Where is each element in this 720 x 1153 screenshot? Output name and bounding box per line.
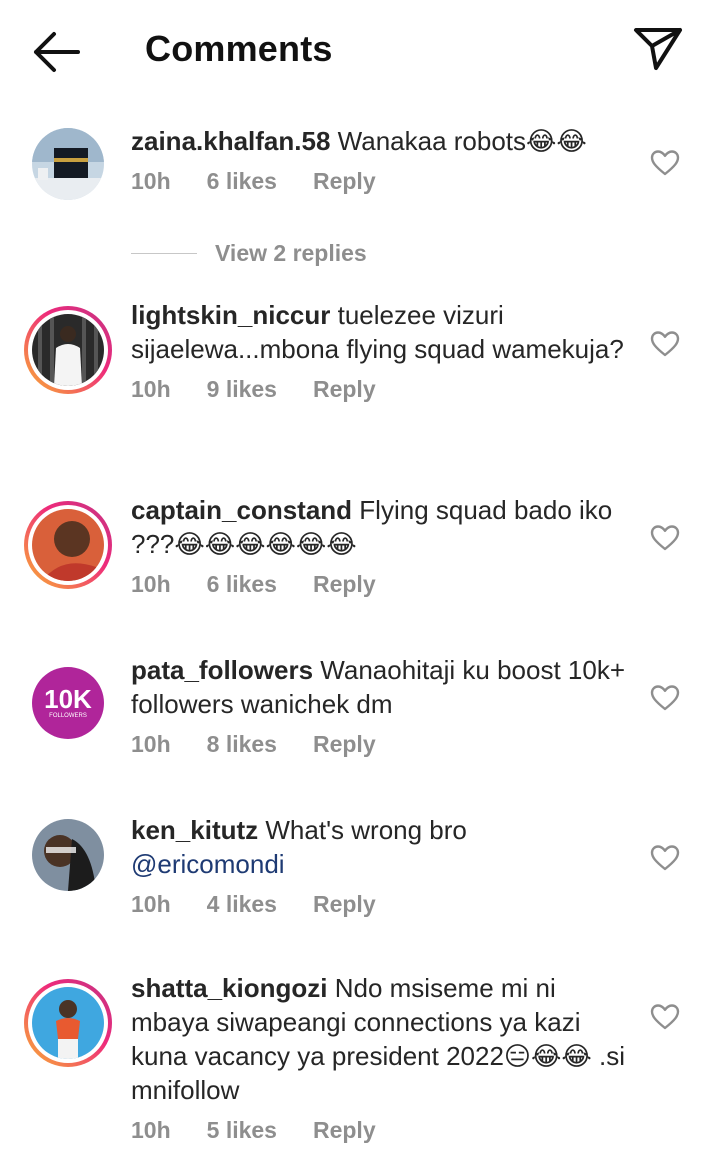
- comment-body: Wanakaa robots😂😂: [337, 126, 587, 156]
- comment-item: ken_kitutz What's wrong bro @ericomondi 1…: [0, 811, 720, 969]
- view-replies-button[interactable]: View 2 replies: [131, 240, 367, 267]
- avatar[interactable]: [24, 306, 112, 394]
- comment-username[interactable]: pata_followers: [131, 655, 313, 685]
- paper-plane-icon: [634, 28, 682, 70]
- avatar[interactable]: [24, 501, 112, 589]
- comment-meta: 10h 5 likes Reply: [131, 1117, 631, 1144]
- reply-button[interactable]: Reply: [313, 731, 376, 758]
- avatar[interactable]: 10K FOLLOWERS: [24, 659, 112, 747]
- comment-likes[interactable]: 8 likes: [207, 731, 277, 758]
- arrow-left-icon: [34, 32, 80, 72]
- comment-meta: 10h 8 likes Reply: [131, 731, 631, 758]
- avatar-image-person: [32, 987, 104, 1059]
- comment-text: zaina.khalfan.58 Wanakaa robots😂😂: [131, 124, 631, 158]
- comment-item: 10K FOLLOWERS pata_followers Wanaohitaji…: [0, 651, 720, 811]
- comment-time: 10h: [131, 571, 171, 597]
- avatar-badge-text: 10K: [44, 684, 92, 714]
- comment-likes[interactable]: 6 likes: [207, 571, 277, 598]
- heart-icon[interactable]: [650, 330, 680, 358]
- avatar[interactable]: [24, 979, 112, 1067]
- comment-username[interactable]: ken_kitutz: [131, 815, 258, 845]
- share-button[interactable]: [632, 24, 684, 72]
- avatar[interactable]: [24, 120, 112, 208]
- comment-item: captain_constand Flying squad bado iko ?…: [0, 491, 720, 651]
- comment-username[interactable]: captain_constand: [131, 495, 352, 525]
- comment-username[interactable]: lightskin_niccur: [131, 300, 330, 330]
- reply-button[interactable]: Reply: [313, 571, 376, 598]
- heart-icon[interactable]: [650, 149, 680, 177]
- comment-likes[interactable]: 6 likes: [207, 168, 277, 195]
- comment-time: 10h: [131, 376, 171, 402]
- comment-likes[interactable]: 5 likes: [207, 1117, 277, 1144]
- reply-button[interactable]: Reply: [313, 1117, 376, 1144]
- comment-body: What's wrong bro: [265, 815, 467, 845]
- comment-likes[interactable]: 9 likes: [207, 376, 277, 403]
- mention-link[interactable]: @ericomondi: [131, 849, 285, 879]
- comment-item: shatta_kiongozi Ndo msiseme mi ni mbaya …: [0, 969, 720, 1153]
- reply-button[interactable]: Reply: [313, 376, 376, 403]
- reply-button[interactable]: Reply: [313, 891, 376, 918]
- avatar-image-person: [32, 509, 104, 581]
- comment-likes[interactable]: 4 likes: [207, 891, 277, 918]
- comment-text: captain_constand Flying squad bado iko ?…: [131, 493, 631, 561]
- comment-meta: 10h 9 likes Reply: [131, 376, 631, 403]
- avatar-image-kaaba: [32, 128, 104, 200]
- comment-text: lightskin_niccur tuelezee vizuri sijaele…: [131, 298, 631, 366]
- comment-meta: 10h 6 likes Reply: [131, 571, 631, 598]
- comments-list: zaina.khalfan.58 Wanakaa robots😂😂 10h 6 l…: [0, 118, 720, 1153]
- page-title: Comments: [145, 28, 333, 69]
- comment-item: lightskin_niccur tuelezee vizuri sijaele…: [0, 296, 720, 491]
- comment-item: zaina.khalfan.58 Wanakaa robots😂😂 10h 6 l…: [0, 118, 720, 296]
- heart-icon[interactable]: [650, 844, 680, 872]
- avatar-badge-subtext: FOLLOWERS: [49, 713, 87, 719]
- header-bar: Comments: [0, 0, 720, 100]
- comment-time: 10h: [131, 168, 171, 194]
- avatar-image-person: [32, 314, 104, 386]
- view-replies-label: View 2 replies: [215, 240, 367, 266]
- heart-icon[interactable]: [650, 684, 680, 712]
- comment-time: 10h: [131, 731, 171, 757]
- comment-time: 10h: [131, 891, 171, 917]
- comment-meta: 10h 4 likes Reply: [131, 891, 631, 918]
- avatar-image-person: [32, 819, 104, 891]
- comment-time: 10h: [131, 1117, 171, 1143]
- comment-text: pata_followers Wanaohitaji ku boost 10k+…: [131, 653, 631, 721]
- reply-button[interactable]: Reply: [313, 168, 376, 195]
- back-button[interactable]: [30, 30, 82, 74]
- comment-username[interactable]: shatta_kiongozi: [131, 973, 327, 1003]
- comment-username[interactable]: zaina.khalfan.58: [131, 126, 330, 156]
- comment-text: shatta_kiongozi Ndo msiseme mi ni mbaya …: [131, 971, 631, 1107]
- replies-divider: [131, 253, 197, 254]
- heart-icon[interactable]: [650, 524, 680, 552]
- avatar[interactable]: [24, 811, 112, 899]
- comment-meta: 10h 6 likes Reply: [131, 168, 631, 195]
- heart-icon[interactable]: [650, 1003, 680, 1031]
- comment-text: ken_kitutz What's wrong bro @ericomondi: [131, 813, 631, 881]
